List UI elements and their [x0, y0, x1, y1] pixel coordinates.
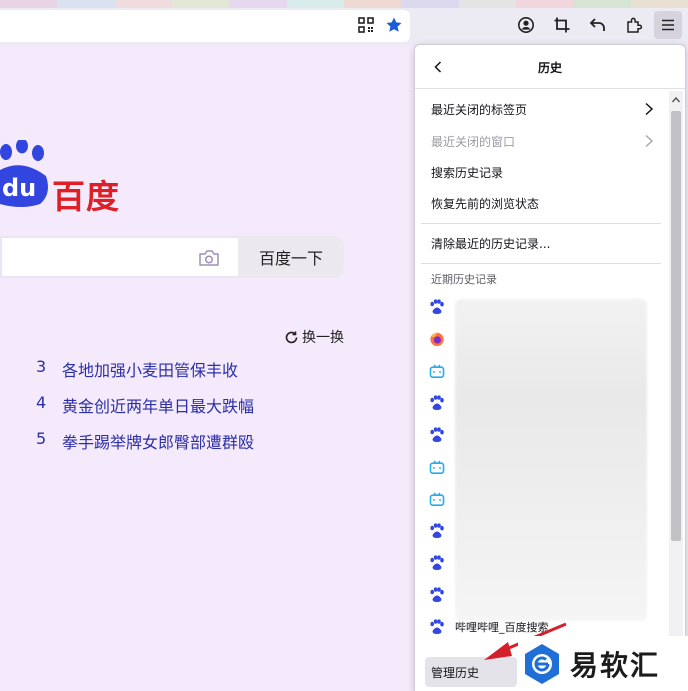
history-item[interactable]: [429, 294, 661, 320]
hot-list-rank: 5: [36, 429, 47, 448]
separator: [421, 223, 661, 224]
baidu-paw-icon: [429, 555, 445, 571]
menu-item-label: 恢复先前的浏览状态: [431, 196, 540, 211]
hot-list-item[interactable]: 5 拳手踢举牌女郎臀部遭群殴: [36, 429, 254, 453]
menu-item-recently-closed-tabs[interactable]: 最近关闭的标签页: [415, 94, 663, 124]
menu-item-recently-closed-windows: 最近关闭的窗口: [415, 126, 663, 156]
qr-code-icon[interactable]: [352, 11, 380, 39]
scroll-up-arrow-icon[interactable]: [671, 95, 681, 105]
hot-list-text[interactable]: 各地加强小麦田管保丰收: [62, 357, 238, 381]
history-item[interactable]: [429, 454, 661, 480]
history-item[interactable]: [429, 422, 661, 448]
history-item[interactable]: [429, 390, 661, 416]
bilibili-icon: [429, 459, 445, 475]
tab-strip: [0, 0, 688, 8]
menu-item-label: 最近关闭的窗口: [431, 134, 516, 149]
hot-list-text[interactable]: 黄金创近两年单日最大跌幅: [62, 393, 254, 417]
camera-icon[interactable]: [198, 248, 220, 268]
history-item[interactable]: [429, 358, 661, 384]
firefox-icon: [429, 331, 445, 347]
history-item[interactable]: [429, 550, 661, 576]
panel-header: 历史: [415, 45, 685, 89]
hot-list-text[interactable]: 拳手踢举牌女郎臀部遭群殴: [62, 429, 254, 453]
svg-text:du: du: [2, 174, 36, 202]
chevron-right-icon: [645, 134, 654, 148]
screenshot-crop-icon[interactable]: [548, 11, 576, 39]
history-item[interactable]: [429, 326, 661, 352]
hot-list-rank: 3: [36, 357, 47, 376]
history-item[interactable]: [429, 582, 661, 608]
watermark-text: 易软汇: [570, 648, 661, 682]
scrollbar-thumb[interactable]: [671, 111, 681, 541]
menu-item-label: 最近关闭的标签页: [431, 102, 528, 117]
panel-title: 历史: [537, 61, 562, 75]
baidu-paw-icon: [429, 299, 445, 315]
bilibili-icon: [429, 363, 445, 379]
refresh-icon: [285, 331, 298, 343]
hot-list-rank: 4: [36, 393, 47, 412]
recent-history-heading: 近期历史记录: [431, 273, 497, 286]
search-button[interactable]: 百度一下: [238, 236, 344, 278]
menu-item-search-history[interactable]: 搜索历史记录: [415, 157, 663, 187]
history-panel: 历史 最近关闭的标签页 最近关闭的窗口 搜索历史记录 恢复先前的浏览状态 清除最…: [414, 44, 686, 691]
menu-item-clear-history[interactable]: 清除最近的历史记录...: [415, 228, 663, 258]
extensions-puzzle-icon[interactable]: [620, 11, 648, 39]
watermark: 易软汇: [518, 636, 688, 691]
separator: [421, 263, 661, 264]
baidu-logo-text: 百度: [52, 177, 120, 216]
address-bar[interactable]: [0, 10, 410, 42]
baidu-paw-icon: [429, 427, 445, 443]
undo-arrow-icon[interactable]: [584, 11, 612, 39]
bookmark-star-icon[interactable]: [380, 11, 408, 39]
chevron-right-icon: [645, 102, 654, 116]
hot-list-item[interactable]: 4 黄金创近两年单日最大跌幅: [36, 393, 254, 417]
refresh-hot-list-button[interactable]: 换一换: [284, 327, 344, 347]
menu-item-label: 搜索历史记录: [431, 165, 504, 180]
hamburger-menu-icon[interactable]: [654, 11, 682, 39]
hot-list-item[interactable]: 3 各地加强小麦田管保丰收: [36, 357, 238, 381]
baidu-paw-icon: [429, 587, 445, 603]
watermark-logo-icon: [525, 643, 559, 684]
refresh-label: 换一换: [302, 330, 344, 346]
baidu-paw-icon: [429, 619, 445, 635]
baidu-paw-icon: [429, 523, 445, 539]
baidu-paw-icon: [429, 395, 445, 411]
browser-toolbar: [0, 0, 688, 46]
bilibili-icon: [429, 491, 445, 507]
menu-item-restore-session[interactable]: 恢复先前的浏览状态: [415, 188, 663, 218]
account-icon[interactable]: [512, 11, 540, 39]
history-item[interactable]: [429, 518, 661, 544]
menu-item-label: 清除最近的历史记录...: [431, 236, 551, 251]
history-item[interactable]: [429, 486, 661, 512]
